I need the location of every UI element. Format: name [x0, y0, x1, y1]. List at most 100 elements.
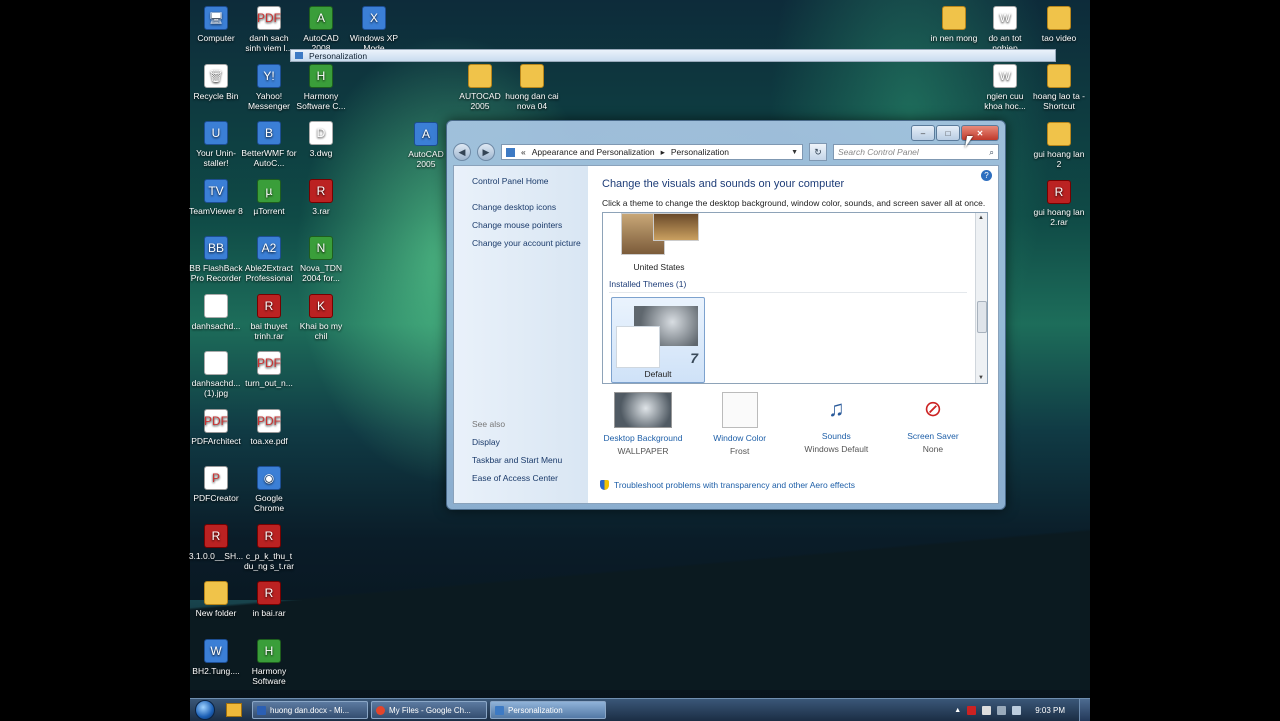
refresh-icon[interactable]: ↻: [809, 143, 827, 161]
chrome-icon: [376, 705, 385, 715]
taskbar-item-chrome[interactable]: My Files - Google Ch...: [371, 701, 487, 719]
breadcrumb-personalization[interactable]: Personalization: [671, 147, 729, 157]
desktop-icon[interactable]: PDF danh sach sinh viem l...: [241, 6, 297, 53]
desktop-icon[interactable]: N Nova_TDN 2004 for...: [293, 236, 349, 283]
sounds-link[interactable]: Sounds: [791, 431, 881, 441]
theme-list-scrollbar[interactable]: ▲ ▼: [975, 213, 987, 383]
sounds-item[interactable]: ♫ Sounds Windows Default: [791, 392, 881, 456]
desktop-icon[interactable]: hoang lao ta - Shortcut: [1031, 64, 1087, 111]
desktop-icon[interactable]: A AutoCAD 2008: [293, 6, 349, 53]
desktop-icon[interactable]: BB BB FlashBack Pro Recorder: [188, 236, 244, 283]
desktop-icon[interactable]: X Windows XP Mode: [346, 6, 402, 53]
desktop-icon[interactable]: P PDFCreator: [188, 466, 244, 503]
back-button[interactable]: ◀: [453, 143, 471, 161]
show-hidden-icons-icon[interactable]: ▲: [954, 707, 961, 714]
quick-launch-explorer-icon[interactable]: [226, 703, 242, 717]
desktop-icon[interactable]: gui hoang lan 2: [1031, 122, 1087, 169]
desktop-icon[interactable]: K Khai bo my chil: [293, 293, 349, 341]
desktop-background-link[interactable]: Desktop Background: [598, 433, 688, 443]
change-mouse-pointers-link[interactable]: Change mouse pointers: [472, 220, 588, 230]
desktop-icon[interactable]: 🖥 Computer: [188, 6, 244, 43]
forward-button[interactable]: ▶: [477, 143, 495, 161]
theme-default[interactable]: 7 Default: [611, 297, 705, 383]
desktop-icon[interactable]: R 3.rar: [293, 178, 349, 216]
start-button[interactable]: [190, 699, 220, 721]
minimize-button[interactable]: –: [911, 125, 935, 141]
taskbar: huong dan.docx - Mi... My Files - Google…: [190, 698, 1090, 721]
desktop-background-item[interactable]: Desktop Background WALLPAPER: [598, 392, 688, 456]
show-desktop-button[interactable]: [1079, 699, 1090, 721]
desktop-icon[interactable]: 🗑 Recycle Bin: [188, 63, 244, 101]
desktop-icon[interactable]: danhsachd... (1).jpg: [188, 351, 244, 398]
desktop-icon[interactable]: D 3.dwg: [293, 121, 349, 158]
breadcrumb-separator-icon[interactable]: ▸: [661, 147, 665, 158]
desktop-icon[interactable]: H Harmony Software C...: [293, 63, 349, 111]
folder-icon: [468, 64, 492, 88]
desktop-icon[interactable]: huong dan cai nova 04: [504, 64, 560, 111]
flag-icon[interactable]: [982, 705, 992, 715]
desktop-icon[interactable]: Rbai thuyet trinh.rar: [241, 293, 297, 341]
scroll-up-icon[interactable]: ▲: [978, 215, 984, 221]
window-color-item[interactable]: Window Color Frost: [695, 392, 785, 456]
change-account-picture-link[interactable]: Change your account picture: [472, 238, 588, 248]
desktop-icon[interactable]: ◉ Google Chrome: [241, 466, 297, 513]
desktop-icon[interactable]: Rin bai.rar: [241, 581, 297, 618]
desktop-icon[interactable]: New folder: [188, 581, 244, 618]
window-color-link[interactable]: Window Color: [695, 433, 785, 443]
breadcrumb-appearance[interactable]: Appearance and Personalization: [532, 147, 655, 157]
desktop-icon[interactable]: AUTOCAD 2005: [452, 64, 508, 111]
search-input[interactable]: Search Control Panel ⌕: [833, 144, 999, 160]
ease-of-access-link[interactable]: Ease of Access Center: [472, 473, 562, 483]
taskbar-item-personalization[interactable]: Personalization: [490, 701, 606, 719]
personalization-thumbnail-titlebar[interactable]: Personalization: [290, 49, 1056, 62]
desktop-icon-label: PDFCreator: [193, 493, 239, 503]
screen-saver-link[interactable]: Screen Saver: [888, 431, 978, 441]
desktop-icon[interactable]: TV TeamViewer 8: [188, 178, 244, 216]
troubleshoot-link-row[interactable]: Troubleshoot problems with transparency …: [600, 480, 855, 490]
desktop-icon[interactable]: A2 Able2Extract Professional: [241, 236, 297, 283]
desktop-icon[interactable]: W BH2.Tung....: [188, 638, 244, 676]
theme-united-states[interactable]: United States: [611, 213, 707, 272]
desktop-icon[interactable]: Wngien cuu khoa hoc...: [977, 64, 1033, 111]
network-icon[interactable]: [997, 705, 1007, 715]
scrollbar-thumb[interactable]: [977, 301, 987, 333]
clock[interactable]: 9:03 PM: [1035, 706, 1065, 715]
taskbar-start-menu-link[interactable]: Taskbar and Start Menu: [472, 455, 562, 465]
desktop-icon[interactable]: Wdo an tot nghiep: [977, 6, 1033, 53]
desktop-icon[interactable]: danhsachd...: [188, 293, 244, 331]
desktop-icon[interactable]: PDF PDFArchitect: [188, 408, 244, 446]
desktop-icon[interactable]: tao video: [1031, 6, 1087, 43]
app-icon: D: [309, 121, 333, 145]
screen-saver-item[interactable]: ⊘ Screen Saver None: [888, 392, 978, 456]
address-bar[interactable]: « Appearance and Personalization ▸ Perso…: [501, 144, 803, 160]
display-link[interactable]: Display: [472, 437, 562, 447]
desktop-background-icon: [614, 392, 672, 428]
control-panel-home-link[interactable]: Control Panel Home: [472, 176, 588, 186]
desktop-icon[interactable]: PDF toa.xe.pdf: [241, 408, 297, 446]
desktop-icon[interactable]: Rc_p_k_thu_t du_ng s_t.rar: [241, 523, 297, 571]
search-icon[interactable]: ⌕: [989, 147, 994, 158]
volume-icon[interactable]: [1012, 705, 1022, 715]
troubleshoot-link[interactable]: Troubleshoot problems with transparency …: [614, 480, 855, 490]
desktop-icon[interactable]: U Your Unin-staller!: [188, 121, 244, 168]
desktop-icon[interactable]: R 3.1.0.0__SH...: [188, 523, 244, 561]
breadcrumb-root[interactable]: «: [521, 147, 526, 157]
desktop-icon[interactable]: Y! Yahoo! Messenger: [241, 63, 297, 111]
maximize-button[interactable]: □: [936, 125, 960, 141]
antivirus-icon[interactable]: [967, 705, 977, 715]
help-icon[interactable]: ?: [981, 170, 992, 181]
personalization-window[interactable]: – □ ✕ ◀ ▶ « Appearance and Personalizati…: [446, 120, 1006, 510]
scroll-down-icon[interactable]: ▼: [978, 375, 984, 381]
desktop-icon[interactable]: H Harmony Software: [241, 638, 297, 686]
desktop-icon-label: Able2Extract Professional: [244, 263, 294, 283]
desktop-icon[interactable]: in nen mong: [926, 6, 982, 43]
theme-list[interactable]: United States Installed Themes (1) 7 Def…: [602, 212, 988, 384]
desktop-icon[interactable]: µ µTorrent: [241, 178, 297, 216]
desktop-icon[interactable]: PDF turn_out_n...: [241, 351, 297, 388]
address-dropdown-icon[interactable]: ▼: [791, 149, 798, 156]
change-desktop-icons-link[interactable]: Change desktop icons: [472, 202, 588, 212]
desktop-icon[interactable]: Rgui hoang lan 2.rar: [1031, 180, 1087, 227]
desktop-icon[interactable]: B BetterWMF for AutoC...: [241, 121, 297, 168]
folder-icon: [1047, 122, 1071, 146]
taskbar-item-word[interactable]: huong dan.docx - Mi...: [252, 701, 368, 719]
